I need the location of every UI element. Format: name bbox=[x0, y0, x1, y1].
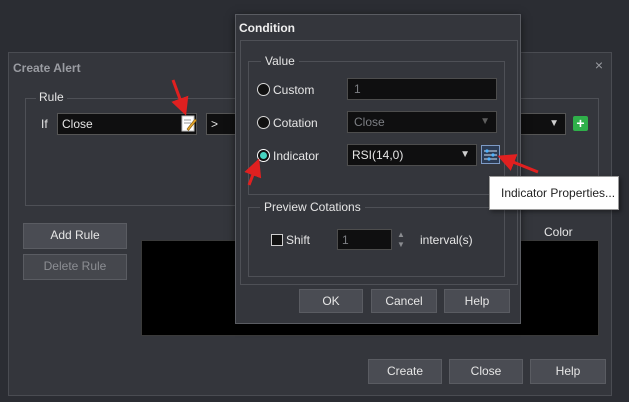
if-label: If bbox=[41, 117, 48, 131]
help-button[interactable]: Help bbox=[530, 359, 606, 384]
cotation-radio[interactable] bbox=[257, 116, 270, 129]
chevron-down-icon[interactable]: ▼ bbox=[397, 240, 405, 249]
left-operand-field[interactable]: Close bbox=[57, 113, 197, 135]
chevron-down-icon: ▼ bbox=[460, 149, 470, 160]
indicator-radio[interactable] bbox=[257, 149, 270, 162]
custom-radio[interactable] bbox=[257, 83, 270, 96]
create-alert-title: Create Alert bbox=[13, 61, 81, 75]
chevron-down-icon: ▼ bbox=[549, 118, 559, 129]
shift-interval-input[interactable]: 1 bbox=[337, 229, 392, 250]
custom-value: 1 bbox=[354, 82, 361, 96]
cancel-button[interactable]: Cancel bbox=[371, 289, 437, 313]
cotation-value: Close bbox=[354, 115, 385, 129]
condition-title: Condition bbox=[239, 21, 295, 35]
chevron-up-icon[interactable]: ▲ bbox=[397, 230, 405, 239]
ok-button[interactable]: OK bbox=[299, 289, 363, 313]
indicator-properties-tooltip: Indicator Properties... bbox=[489, 176, 619, 210]
shift-interval-value: 1 bbox=[342, 233, 349, 247]
rule-group-label: Rule bbox=[36, 90, 67, 104]
help-button[interactable]: Help bbox=[444, 289, 510, 313]
create-button[interactable]: Create bbox=[368, 359, 442, 384]
close-button[interactable]: Close bbox=[449, 359, 523, 384]
chevron-down-icon: ▼ bbox=[480, 116, 490, 127]
left-operand-value: Close bbox=[62, 117, 93, 131]
close-icon[interactable]: × bbox=[595, 57, 603, 73]
right-operand-select[interactable]: ▼ bbox=[514, 113, 566, 135]
indicator-value: RSI(14,0) bbox=[352, 148, 404, 162]
color-column-header: Color bbox=[544, 225, 573, 239]
shift-label[interactable]: Shift bbox=[286, 233, 310, 247]
custom-radio-label[interactable]: Custom bbox=[273, 83, 314, 97]
edit-note-icon[interactable] bbox=[181, 115, 197, 132]
value-group-label: Value bbox=[261, 54, 299, 68]
cotation-select[interactable]: Close ▼ bbox=[347, 111, 497, 133]
indicator-radio-label[interactable]: Indicator bbox=[273, 149, 319, 163]
shift-checkbox[interactable] bbox=[271, 234, 283, 246]
add-rule-button[interactable]: Add Rule bbox=[23, 223, 127, 249]
custom-value-input[interactable]: 1 bbox=[347, 78, 497, 100]
interval-unit-label: interval(s) bbox=[420, 233, 473, 247]
preview-cotations-label: Preview Cotations bbox=[260, 200, 365, 214]
delete-rule-button[interactable]: Delete Rule bbox=[23, 254, 127, 280]
condition-dialog: Condition Value Custom 1 Cotation Close … bbox=[235, 14, 521, 324]
indicator-select[interactable]: RSI(14,0) ▼ bbox=[347, 144, 477, 166]
indicator-properties-icon[interactable] bbox=[481, 145, 500, 164]
plus-icon[interactable]: + bbox=[573, 116, 588, 131]
operator-value: > bbox=[211, 117, 219, 131]
cotation-radio-label[interactable]: Cotation bbox=[273, 116, 318, 130]
